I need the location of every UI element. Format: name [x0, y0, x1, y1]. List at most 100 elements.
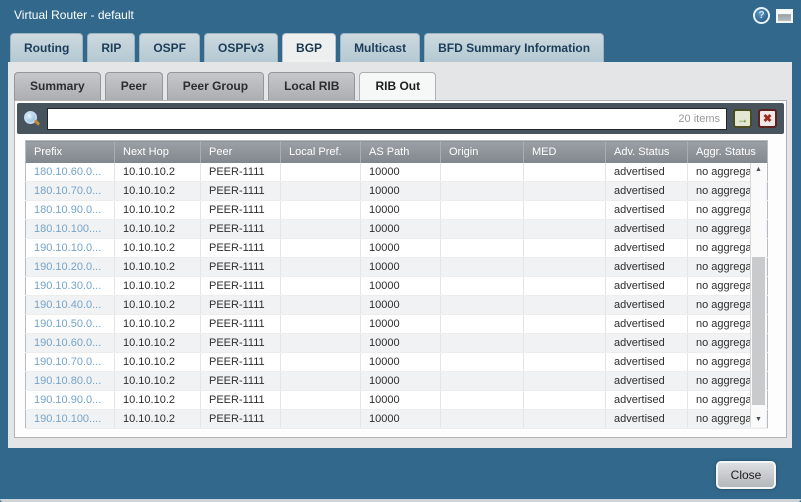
rib-out-table-wrap: PrefixNext HopPeerLocal Pref.AS PathOrig…	[25, 140, 767, 428]
subtab-peer[interactable]: Peer	[105, 72, 163, 100]
column-header-aggr-status[interactable]: Aggr. Status	[688, 141, 768, 163]
column-header-local-pref[interactable]: Local Pref.	[281, 141, 361, 163]
help-icon[interactable]: ?	[753, 7, 770, 24]
cell-med	[524, 163, 606, 182]
column-header-as-path[interactable]: AS Path	[361, 141, 441, 163]
cell-local_pref	[281, 410, 361, 429]
cell-prefix: 190.10.50.0...	[26, 315, 115, 334]
cell-as_path: 10000	[361, 315, 441, 334]
cell-local_pref	[281, 182, 361, 201]
cell-next_hop: 10.10.10.2	[115, 182, 201, 201]
subtab-summary[interactable]: Summary	[14, 72, 101, 100]
cell-adv_status: advertised	[606, 239, 688, 258]
tab-multicast[interactable]: Multicast	[340, 33, 420, 62]
table-row[interactable]: 180.10.70.0...10.10.10.2PEER-111110000ad…	[26, 182, 768, 201]
tab-bfd-summary-information[interactable]: BFD Summary Information	[424, 33, 604, 62]
cell-peer: PEER-1111	[201, 372, 281, 391]
items-count-label: 20 items	[678, 113, 726, 125]
cell-med	[524, 315, 606, 334]
column-header-next-hop[interactable]: Next Hop	[115, 141, 201, 163]
cell-local_pref	[281, 334, 361, 353]
cell-med	[524, 334, 606, 353]
table-row[interactable]: 180.10.90.0...10.10.10.2PEER-111110000ad…	[26, 201, 768, 220]
cell-peer: PEER-1111	[201, 296, 281, 315]
cell-local_pref	[281, 239, 361, 258]
cell-origin	[441, 296, 524, 315]
cell-adv_status: advertised	[606, 220, 688, 239]
table-row[interactable]: 190.10.50.0...10.10.10.2PEER-111110000ad…	[26, 315, 768, 334]
cell-med	[524, 391, 606, 410]
cell-peer: PEER-1111	[201, 334, 281, 353]
cell-origin	[441, 315, 524, 334]
tab-routing[interactable]: Routing	[10, 33, 83, 62]
vertical-scrollbar[interactable]: ▲ ▼	[750, 163, 766, 427]
dialog-title: Virtual Router - default	[14, 0, 134, 30]
cell-next_hop: 10.10.10.2	[115, 296, 201, 315]
cell-next_hop: 10.10.10.2	[115, 391, 201, 410]
table-row[interactable]: 190.10.30.0...10.10.10.2PEER-111110000ad…	[26, 277, 768, 296]
filter-input[interactable]	[48, 109, 678, 129]
cell-origin	[441, 353, 524, 372]
scroll-up-arrow-icon[interactable]: ▲	[751, 163, 766, 177]
rib-out-table: PrefixNext HopPeerLocal Pref.AS PathOrig…	[25, 140, 768, 429]
column-header-origin[interactable]: Origin	[441, 141, 524, 163]
filter-input-wrap: 20 items	[47, 108, 727, 130]
tab-bgp[interactable]: BGP	[282, 33, 336, 62]
cell-adv_status: advertised	[606, 258, 688, 277]
table-row[interactable]: 190.10.10.0...10.10.10.2PEER-111110000ad…	[26, 239, 768, 258]
cell-peer: PEER-1111	[201, 315, 281, 334]
table-row[interactable]: 190.10.90.0...10.10.10.2PEER-111110000ad…	[26, 391, 768, 410]
cell-next_hop: 10.10.10.2	[115, 353, 201, 372]
column-header-adv-status[interactable]: Adv. Status	[606, 141, 688, 163]
column-header-med[interactable]: MED	[524, 141, 606, 163]
cell-next_hop: 10.10.10.2	[115, 220, 201, 239]
cell-peer: PEER-1111	[201, 239, 281, 258]
cell-as_path: 10000	[361, 163, 441, 182]
cell-as_path: 10000	[361, 258, 441, 277]
cell-med	[524, 353, 606, 372]
scroll-down-arrow-icon[interactable]: ▼	[751, 413, 766, 427]
cell-next_hop: 10.10.10.2	[115, 277, 201, 296]
scrollbar-thumb[interactable]	[752, 257, 765, 405]
table-row[interactable]: 190.10.20.0...10.10.10.2PEER-111110000ad…	[26, 258, 768, 277]
column-header-peer[interactable]: Peer	[201, 141, 281, 163]
cell-local_pref	[281, 201, 361, 220]
cell-origin	[441, 220, 524, 239]
tab-ospfv3[interactable]: OSPFv3	[204, 33, 278, 62]
cell-as_path: 10000	[361, 296, 441, 315]
cell-med	[524, 201, 606, 220]
cell-prefix: 190.10.70.0...	[26, 353, 115, 372]
cell-prefix: 190.10.20.0...	[26, 258, 115, 277]
window-icon[interactable]	[776, 9, 793, 23]
table-row[interactable]: 180.10.60.0...10.10.10.2PEER-111110000ad…	[26, 163, 768, 182]
cell-local_pref	[281, 315, 361, 334]
cell-next_hop: 10.10.10.2	[115, 201, 201, 220]
cell-prefix: 190.10.80.0...	[26, 372, 115, 391]
cell-next_hop: 10.10.10.2	[115, 163, 201, 182]
cell-local_pref	[281, 391, 361, 410]
cell-prefix: 190.10.60.0...	[26, 334, 115, 353]
table-row[interactable]: 190.10.70.0...10.10.10.2PEER-111110000ad…	[26, 353, 768, 372]
subtab-local-rib[interactable]: Local RIB	[268, 72, 355, 100]
table-row[interactable]: 190.10.100....10.10.10.2PEER-111110000ad…	[26, 410, 768, 429]
cell-next_hop: 10.10.10.2	[115, 372, 201, 391]
cell-prefix: 190.10.10.0...	[26, 239, 115, 258]
table-row[interactable]: 190.10.60.0...10.10.10.2PEER-111110000ad…	[26, 334, 768, 353]
subtab-peer-group[interactable]: Peer Group	[167, 72, 264, 100]
apply-filter-button[interactable]: →	[733, 109, 752, 128]
tab-rip[interactable]: RIP	[87, 33, 135, 62]
column-header-prefix[interactable]: Prefix	[26, 141, 115, 163]
cell-med	[524, 258, 606, 277]
table-row[interactable]: 180.10.100....10.10.10.2PEER-111110000ad…	[26, 220, 768, 239]
cell-origin	[441, 334, 524, 353]
cell-local_pref	[281, 277, 361, 296]
cell-med	[524, 277, 606, 296]
subtab-rib-out[interactable]: RIB Out	[359, 72, 436, 100]
tab-ospf[interactable]: OSPF	[139, 33, 200, 62]
table-row[interactable]: 190.10.40.0...10.10.10.2PEER-111110000ad…	[26, 296, 768, 315]
cell-prefix: 190.10.30.0...	[26, 277, 115, 296]
clear-filter-button[interactable]: ✖	[758, 109, 777, 128]
table-row[interactable]: 190.10.80.0...10.10.10.2PEER-111110000ad…	[26, 372, 768, 391]
cell-adv_status: advertised	[606, 334, 688, 353]
close-button[interactable]: Close	[716, 461, 776, 489]
